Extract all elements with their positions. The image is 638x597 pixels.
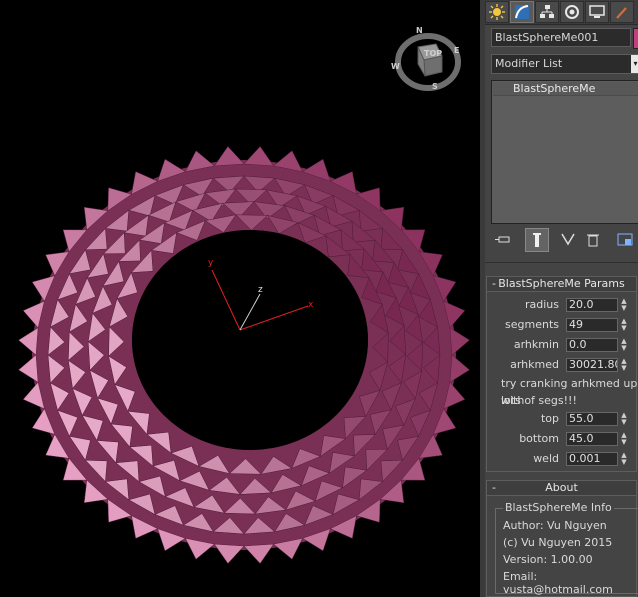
viewcube-east-label: E bbox=[454, 46, 459, 55]
viewcube-top-label: TOP bbox=[424, 49, 442, 58]
note-line-2: lots of segs!!! bbox=[501, 394, 577, 407]
weld-label: weld bbox=[533, 452, 559, 465]
configure-icon bbox=[617, 233, 633, 246]
radius-spinner[interactable]: 20.0 bbox=[566, 298, 618, 312]
display-tab[interactable] bbox=[585, 1, 609, 23]
axis-y-label: y bbox=[208, 258, 214, 268]
bottom-spin-arrows-icon[interactable]: ▲ ▼ bbox=[620, 432, 628, 446]
torus-spike bbox=[18, 354, 39, 383]
about-rollout-title: About bbox=[545, 481, 578, 494]
axis-x-label: x bbox=[308, 300, 314, 310]
modifier-list-dropdown[interactable]: Modifier List ▾ bbox=[491, 54, 638, 74]
create-tab[interactable] bbox=[485, 1, 509, 23]
viewcube[interactable]: TOP N E S W bbox=[388, 22, 468, 102]
collapse-icon: - bbox=[492, 481, 496, 494]
segments-spin-arrows-icon[interactable]: ▲ ▼ bbox=[620, 318, 628, 332]
axis-z-label: z bbox=[258, 285, 263, 295]
info-group: BlastSphereMe Info Author: Vu Nguyen (c)… bbox=[495, 501, 638, 596]
weld-spinner[interactable]: 0.001 bbox=[566, 452, 618, 466]
chevron-down-icon: ▾ bbox=[631, 55, 638, 73]
modifier-list-label: Modifier List bbox=[495, 57, 563, 70]
utilities-tab[interactable] bbox=[610, 1, 634, 23]
top-spin-arrows-icon[interactable]: ▲ ▼ bbox=[620, 412, 628, 426]
stack-toolbar bbox=[485, 228, 638, 254]
object-color-swatch[interactable] bbox=[633, 28, 638, 49]
bottom-spinner[interactable]: 45.0 bbox=[566, 432, 618, 446]
torus-spike bbox=[213, 146, 245, 167]
torus-spike bbox=[449, 327, 470, 356]
axis-tripod: y x z bbox=[208, 258, 314, 331]
arhkmin-spinner[interactable]: 0.0 bbox=[566, 338, 618, 352]
segments-label: segments bbox=[505, 318, 559, 331]
about-rollout-body: BlastSphereMe Info Author: Vu Nguyen (c)… bbox=[486, 496, 638, 597]
collapse-icon: - bbox=[492, 277, 496, 290]
remove-modifier-button[interactable] bbox=[581, 228, 605, 252]
version-text: Version: 1.00.00 bbox=[503, 553, 593, 566]
top-spinner[interactable]: 55.0 bbox=[566, 412, 618, 426]
make-unique-button[interactable] bbox=[557, 228, 581, 252]
radius-label: radius bbox=[524, 298, 559, 311]
arhkmed-spinner[interactable]: 30021.800 bbox=[566, 358, 618, 372]
arhkmed-spin-arrows-icon[interactable]: ▲ ▼ bbox=[620, 358, 628, 372]
params-rollout-body: radius 20.0 ▲ ▼ segments 49 ▲ ▼ arhkmin 0.… bbox=[486, 292, 637, 472]
email-text: Email: vusta@hotmail.com bbox=[503, 570, 613, 596]
hammer-icon bbox=[616, 7, 627, 19]
make-unique-icon bbox=[561, 233, 575, 246]
viewcube-north-label: N bbox=[416, 26, 423, 35]
pin-icon bbox=[495, 236, 510, 243]
arhkmin-spin-arrows-icon[interactable]: ▲ ▼ bbox=[620, 338, 628, 352]
viewcube-west-label: W bbox=[391, 62, 400, 71]
pin-stack-button[interactable] bbox=[493, 228, 517, 252]
monitor-icon bbox=[589, 5, 605, 18]
torus-spike bbox=[18, 327, 39, 356]
torus-spike bbox=[243, 146, 275, 167]
command-panel: BlastSphereMe001 Modifier List ▾ BlastSp… bbox=[485, 0, 638, 597]
show-end-result-button[interactable] bbox=[525, 228, 549, 252]
end-result-icon bbox=[533, 233, 541, 247]
stack-item-blastsphereme[interactable]: BlastSphereMe bbox=[493, 82, 638, 96]
object-name-field[interactable]: BlastSphereMe001 bbox=[491, 28, 631, 47]
modifier-stack[interactable]: BlastSphereMe bbox=[491, 80, 638, 224]
viewcube-south-label: S bbox=[432, 82, 438, 91]
top-label: top bbox=[540, 412, 559, 425]
motion-tab[interactable] bbox=[560, 1, 584, 23]
copyright-text: (c) Vu Nguyen 2015 bbox=[503, 536, 613, 549]
modify-curve-icon bbox=[515, 5, 529, 19]
perspective-viewport[interactable]: TOP N E S W y x z bbox=[0, 0, 480, 597]
info-group-title: BlastSphereMe Info bbox=[503, 501, 614, 514]
motion-icon bbox=[565, 5, 579, 19]
trash-icon bbox=[587, 234, 599, 247]
configure-modifier-sets-button[interactable] bbox=[613, 228, 637, 252]
weld-spin-arrows-icon[interactable]: ▲ ▼ bbox=[620, 452, 628, 466]
radius-spin-arrows-icon[interactable]: ▲ ▼ bbox=[620, 298, 628, 312]
about-rollout-header[interactable]: - About bbox=[486, 480, 637, 496]
torus-spike bbox=[243, 543, 275, 564]
torus-spike bbox=[449, 354, 470, 383]
hierarchy-tab[interactable] bbox=[535, 1, 559, 23]
params-rollout-header[interactable]: - BlastSphereMe Params bbox=[486, 276, 637, 292]
hierarchy-icon bbox=[540, 5, 554, 18]
segments-spinner[interactable]: 49 bbox=[566, 318, 618, 332]
author-text: Author: Vu Nguyen bbox=[503, 519, 607, 532]
torus-spike bbox=[213, 543, 245, 564]
panel-separator bbox=[485, 262, 638, 263]
arhkmed-label: arhkmed bbox=[510, 358, 559, 371]
sun-icon bbox=[489, 4, 505, 20]
arhkmin-label: arhkmin bbox=[513, 338, 559, 351]
command-panel-tabs bbox=[485, 0, 638, 25]
params-rollout-title: BlastSphereMe Params bbox=[498, 277, 625, 290]
bottom-label: bottom bbox=[519, 432, 559, 445]
modify-tab[interactable] bbox=[510, 1, 534, 23]
